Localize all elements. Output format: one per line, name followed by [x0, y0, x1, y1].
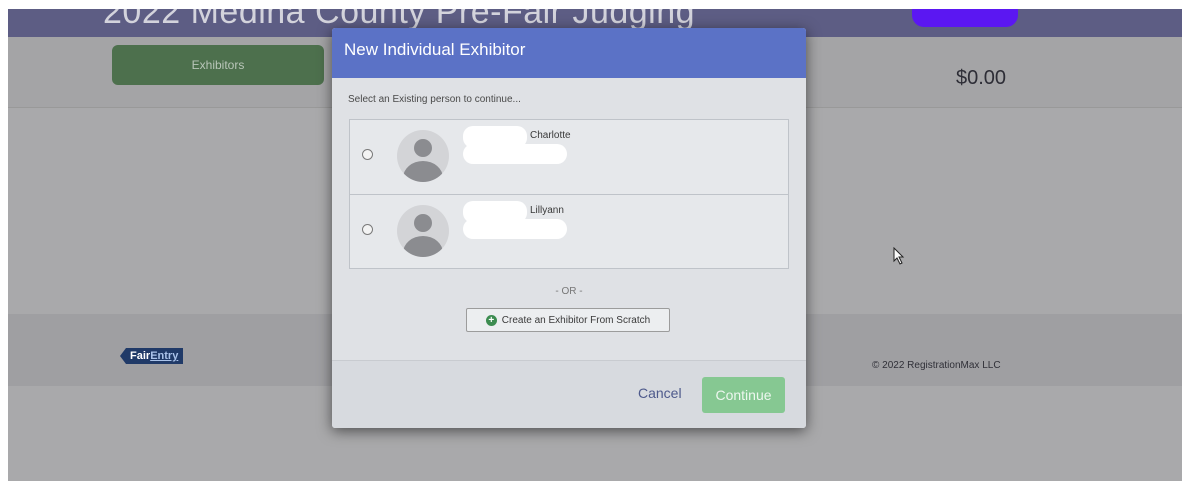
create-exhibitor-label: Create an Exhibitor From Scratch: [501, 314, 651, 326]
copyright-text: © 2022 RegistrationMax LLC: [872, 360, 1001, 371]
screen: 2022 Medina County Pre-Fair Judging Exhi…: [8, 9, 1182, 481]
mouse-cursor-icon: [893, 247, 905, 265]
person-name: Charlotte: [530, 130, 571, 141]
exhibitors-tab[interactable]: Exhibitors: [112, 45, 324, 85]
avatar-placeholder-icon: [397, 205, 449, 257]
create-exhibitor-button[interactable]: + Create an Exhibitor From Scratch: [466, 308, 670, 332]
person-radio[interactable]: [362, 224, 373, 235]
new-exhibitor-dialog: New Individual Exhibitor Select an Exist…: [332, 28, 806, 428]
avatar-placeholder-icon: [397, 130, 449, 182]
dialog-title: New Individual Exhibitor: [344, 40, 526, 59]
dialog-prompt: Select an Existing person to continue...: [348, 94, 521, 105]
redacted-block: [463, 144, 567, 164]
dialog-footer: Cancel Continue: [332, 360, 806, 428]
dialog-header: New Individual Exhibitor: [332, 28, 806, 78]
redacted-block: [463, 219, 567, 239]
person-name: Lillyann: [530, 205, 564, 216]
fairentry-logo: Fair Entry: [120, 348, 184, 364]
user-menu-button[interactable]: [912, 9, 1018, 27]
logo-entry-text: Entry: [150, 350, 179, 362]
person-radio[interactable]: [362, 149, 373, 160]
person-option-lillyann[interactable]: Lillyann: [350, 194, 788, 268]
continue-button[interactable]: Continue: [702, 377, 785, 413]
person-option-charlotte[interactable]: Charlotte: [350, 120, 788, 193]
person-list: Charlotte Lillyann: [349, 119, 789, 269]
logo-fair-text: Fair: [130, 350, 151, 362]
or-separator: - OR -: [555, 286, 583, 297]
cancel-button[interactable]: Cancel: [638, 385, 682, 401]
plus-circle-icon: +: [485, 314, 497, 326]
cart-total: $0.00: [956, 67, 1007, 89]
